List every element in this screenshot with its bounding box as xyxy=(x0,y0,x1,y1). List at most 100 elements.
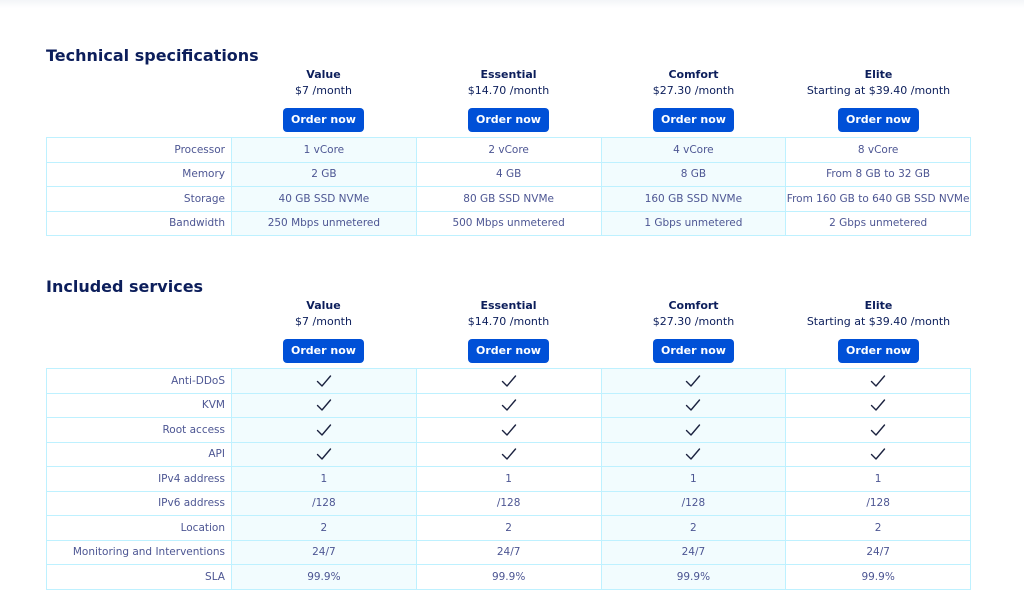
plan-header-value: Value $7 /month Order now xyxy=(231,67,416,132)
row-label: Bandwidth xyxy=(46,210,232,236)
cell-value: 99.9% xyxy=(785,564,971,590)
plan-name: Essential xyxy=(480,68,537,81)
cell-value: 2 xyxy=(415,515,602,541)
cell-check xyxy=(785,417,971,443)
cell-value: 99.9% xyxy=(415,564,602,590)
cell-value: 160 GB SSD NVMe xyxy=(600,186,787,212)
cell-value: 2 xyxy=(600,515,787,541)
plan-headers: Value $7 /month Order now Essential $14.… xyxy=(231,298,971,363)
table-row-kvm: KVM xyxy=(46,392,971,418)
plan-header-essential: Essential $14.70 /month Order now xyxy=(416,67,601,132)
cell-value: 2 Gbps unmetered xyxy=(785,210,971,236)
order-now-button-elite[interactable]: Order now xyxy=(838,339,919,363)
section-title: Technical specifications xyxy=(46,46,259,65)
cell-value: 24/7 xyxy=(231,539,417,565)
row-label: SLA xyxy=(46,564,232,590)
section-title: Included services xyxy=(46,277,204,296)
cell-value: /128 xyxy=(231,490,417,516)
table-row-location: Location 2 2 2 2 xyxy=(46,515,971,541)
plan-headers: Value $7 /month Order now Essential $14.… xyxy=(231,67,971,132)
checkmark-icon xyxy=(316,448,332,460)
table-row-root-access: Root access xyxy=(46,417,971,443)
order-now-button-value[interactable]: Order now xyxy=(283,339,364,363)
checkmark-icon xyxy=(870,448,886,460)
plan-price: $27.30 /month xyxy=(652,84,735,97)
order-now-button-essential[interactable]: Order now xyxy=(468,339,549,363)
cell-check xyxy=(231,417,417,443)
top-shadow xyxy=(0,0,1024,8)
cell-value: 99.9% xyxy=(600,564,787,590)
cell-check xyxy=(415,392,602,418)
plan-price: $14.70 /month xyxy=(467,84,550,97)
row-label: Memory xyxy=(46,161,232,187)
cell-value: 1 xyxy=(415,466,602,492)
row-label: Location xyxy=(46,515,232,541)
table-row-storage: Storage 40 GB SSD NVMe 80 GB SSD NVMe 160 G… xyxy=(46,186,971,212)
cell-check xyxy=(600,392,787,418)
checkmark-icon xyxy=(686,375,701,387)
table-row-ipv6-address: IPv6 address/128/128/128/128 xyxy=(46,490,971,516)
cell-value: 2 xyxy=(231,515,417,541)
cell-value: 24/7 xyxy=(415,539,602,565)
cell-value: 1 xyxy=(785,466,971,492)
table-row-processor: Processor 1 vCore 2 vCore 4 vCore 8 vCore xyxy=(46,137,971,163)
cell-value: 4 GB xyxy=(415,161,602,187)
plan-price: Starting at $39.40 /month xyxy=(806,84,951,97)
cell-value: From 8 GB to 32 GB xyxy=(785,161,971,187)
plan-header-essential: Essential $14.70 /month Order now xyxy=(416,298,601,363)
plan-name: Elite xyxy=(864,299,893,312)
cell-value: 250 Mbps unmetered xyxy=(231,210,417,236)
cell-value: 24/7 xyxy=(785,539,971,565)
cell-value: 1 Gbps unmetered xyxy=(600,210,787,236)
cell-value: 24/7 xyxy=(600,539,787,565)
order-now-button-essential[interactable]: Order now xyxy=(468,108,549,132)
row-label: Anti-DDoS xyxy=(46,368,232,394)
checkmark-icon xyxy=(686,424,701,436)
table-row-ipv4-address: IPv4 address 1 1 1 1 xyxy=(46,466,971,492)
order-now-button-comfort[interactable]: Order now xyxy=(653,108,734,132)
checkmark-icon xyxy=(686,448,701,460)
plan-price: Starting at $39.40 /month xyxy=(806,315,951,328)
plan-name: Comfort xyxy=(668,68,719,81)
plan-header-value: Value $7 /month Order now xyxy=(231,298,416,363)
checkmark-icon xyxy=(686,399,701,411)
cell-check xyxy=(785,392,971,418)
plan-price: $27.30 /month xyxy=(652,315,735,328)
table-row-bandwidth: Bandwidth 250 Mbps unmetered 500 Mbps unme… xyxy=(46,210,971,236)
plan-header-comfort: Comfort $27.30 /month Order now xyxy=(601,298,786,363)
cell-check xyxy=(600,441,787,467)
cell-value: 500 Mbps unmetered xyxy=(415,210,602,236)
cell-value: 1 xyxy=(231,466,417,492)
row-label: API xyxy=(46,441,232,467)
cell-check xyxy=(231,392,417,418)
order-now-button-comfort[interactable]: Order now xyxy=(653,339,734,363)
row-label: Processor xyxy=(46,137,232,163)
plan-header-comfort: Comfort $27.30 /month Order now xyxy=(601,67,786,132)
table-row-anti-ddos: Anti-DDoS xyxy=(46,368,971,394)
cell-value: From 160 GB to 640 GB SSD NVMe xyxy=(785,186,971,212)
checkmark-icon xyxy=(316,424,332,436)
checkmark-icon xyxy=(316,375,332,387)
cell-value: /128 xyxy=(785,490,971,516)
cell-value: 1 vCore xyxy=(231,137,417,163)
checkmark-icon xyxy=(316,399,332,411)
plan-header-elite: Elite Starting at $39.40 /month Order no… xyxy=(786,67,971,132)
checkmark-icon xyxy=(501,424,516,436)
row-label: Storage xyxy=(46,186,232,212)
plan-name: Value xyxy=(306,68,341,81)
row-label: KVM xyxy=(46,392,232,418)
cell-value: 99.9% xyxy=(231,564,417,590)
cell-value: 2 vCore xyxy=(415,137,602,163)
order-now-button-elite[interactable]: Order now xyxy=(838,108,919,132)
checkmark-icon xyxy=(870,424,886,436)
row-label: Monitoring and Interventions xyxy=(46,539,232,565)
plan-price: $7 /month xyxy=(295,315,352,328)
cell-check xyxy=(415,417,602,443)
plan-price: $14.70 /month xyxy=(467,315,550,328)
table-row-api: API xyxy=(46,441,971,467)
plan-name: Comfort xyxy=(668,299,719,312)
cell-check xyxy=(415,368,602,394)
row-label: Root access xyxy=(46,417,232,443)
order-now-button-value[interactable]: Order now xyxy=(283,108,364,132)
cell-value: 1 xyxy=(600,466,787,492)
